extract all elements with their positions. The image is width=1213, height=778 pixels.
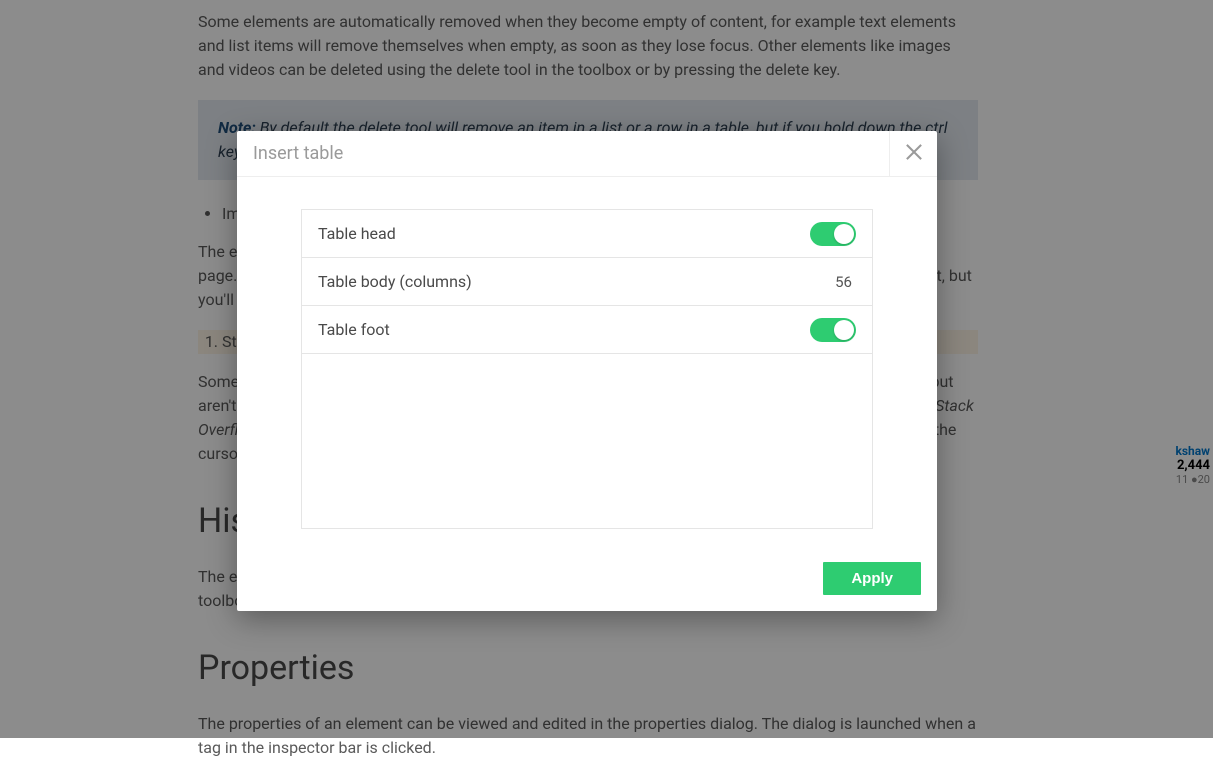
dialog-body: Table head Table body (columns) 56 Table…: [237, 177, 937, 546]
dialog-header: Insert table: [237, 131, 937, 177]
option-list: Table head Table body (columns) 56 Table…: [301, 209, 873, 529]
dialog-footer: Apply: [237, 546, 937, 611]
close-icon: [905, 143, 923, 165]
table-head-toggle[interactable]: [810, 222, 856, 246]
option-label: Table foot: [318, 320, 810, 339]
table-foot-toggle[interactable]: [810, 318, 856, 342]
columns-value: 56: [835, 273, 856, 291]
apply-button[interactable]: Apply: [823, 562, 921, 595]
dialog-title: Insert table: [237, 143, 889, 164]
close-button[interactable]: [889, 131, 937, 177]
option-row-table-foot: Table foot: [302, 306, 872, 354]
toggle-knob: [834, 320, 854, 340]
option-label: Table body (columns): [318, 272, 835, 291]
option-row-table-head: Table head: [302, 210, 872, 258]
option-label: Table head: [318, 224, 810, 243]
insert-table-dialog: Insert table Table head Table body (colu…: [237, 131, 937, 611]
option-row-table-body[interactable]: Table body (columns) 56: [302, 258, 872, 306]
toggle-knob: [834, 224, 854, 244]
